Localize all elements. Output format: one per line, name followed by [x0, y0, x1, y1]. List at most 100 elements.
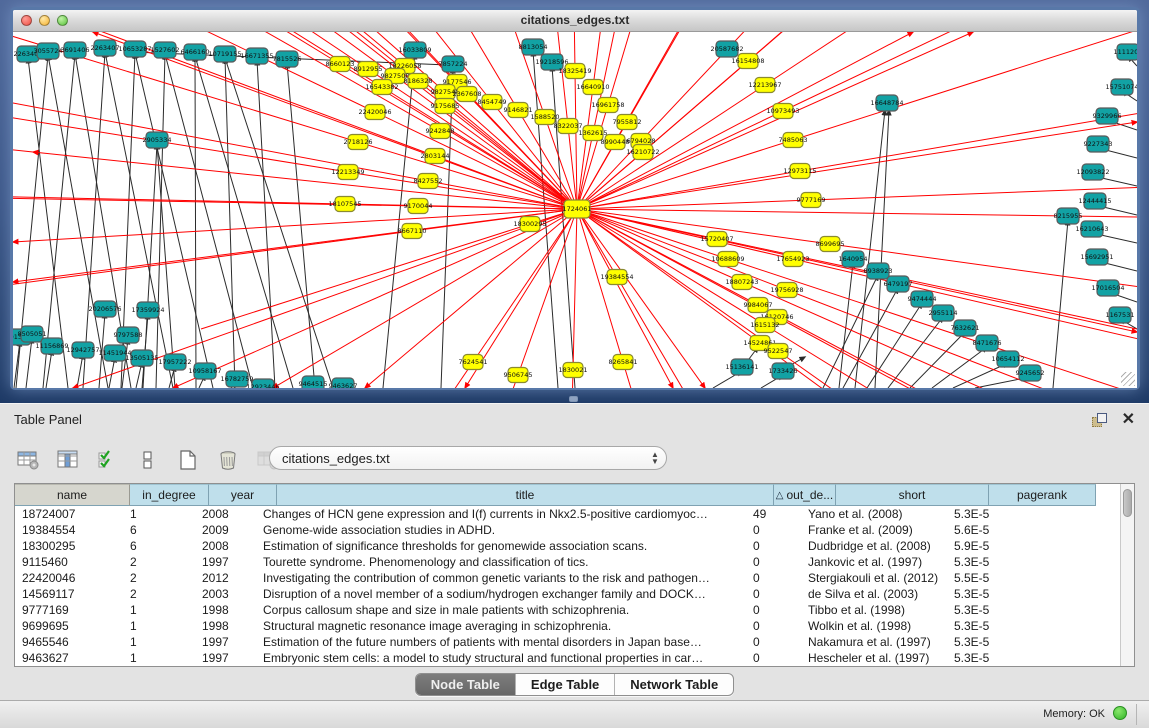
- split-pane-handle[interactable]: [569, 396, 578, 402]
- network-edge[interactable]: [13, 231, 412, 385]
- network-edge[interactable]: [760, 343, 1137, 388]
- row-selection-icon[interactable]: [94, 447, 122, 473]
- tab-node-table[interactable]: Node Table: [416, 674, 516, 695]
- network-edge[interactable]: [577, 209, 1068, 216]
- network-edge[interactable]: [225, 58, 235, 388]
- network-edge[interactable]: [641, 32, 1089, 141]
- column-header-pagerank[interactable]: pagerank: [989, 484, 1096, 506]
- node-label: 8186328: [404, 77, 433, 85]
- network-edge[interactable]: [375, 112, 577, 209]
- network-edge[interactable]: [257, 60, 275, 388]
- network-edge[interactable]: [577, 209, 705, 388]
- node-label: 6466160: [181, 48, 210, 56]
- network-edge[interactable]: [225, 58, 333, 388]
- network-edge[interactable]: [593, 32, 705, 87]
- table-scrollbar-thumb[interactable]: [1123, 489, 1132, 517]
- delete-columns-icon[interactable]: [214, 447, 242, 473]
- network-edge[interactable]: [823, 275, 878, 388]
- network-edge[interactable]: [83, 52, 105, 388]
- network-edge[interactable]: [577, 209, 765, 325]
- network-edge[interactable]: [577, 200, 811, 209]
- node-label: 16671355: [240, 52, 273, 60]
- network-edge[interactable]: [575, 71, 577, 209]
- network-edge[interactable]: [765, 32, 1137, 85]
- network-edge[interactable]: [358, 142, 577, 209]
- network-edge[interactable]: [855, 110, 885, 388]
- table-row[interactable]: 946362711997Embryonic stem cells: a mode…: [15, 650, 1134, 666]
- column-header-year[interactable]: year: [209, 484, 277, 506]
- table-selector-dropdown[interactable]: citations_edges.txt ▲▼: [269, 446, 667, 470]
- table-mode-icon[interactable]: [14, 447, 42, 473]
- network-edge[interactable]: [77, 354, 83, 388]
- table-row[interactable]: 1456911722003Disruption of a novel membe…: [15, 586, 1134, 602]
- network-edge[interactable]: [577, 111, 783, 209]
- column-header-name[interactable]: name: [15, 484, 130, 506]
- node-label: 8938923: [864, 267, 893, 275]
- network-edge[interactable]: [195, 56, 196, 388]
- show-columns-icon[interactable]: [54, 447, 82, 473]
- table-row[interactable]: 1830029562008Estimation of significance …: [15, 538, 1134, 554]
- network-edge[interactable]: [783, 32, 1137, 111]
- node-label: 10653287: [118, 45, 151, 53]
- table-cell: 5.3E-5: [947, 635, 1047, 649]
- node-label: 9463627: [329, 382, 358, 388]
- table-row[interactable]: 969969511998Structural magnetic resonanc…: [15, 618, 1134, 634]
- network-window-titlebar[interactable]: citations_edges.txt: [13, 10, 1137, 32]
- network-edge[interactable]: [201, 224, 530, 329]
- network-edge[interactable]: [573, 209, 577, 370]
- column-header-in_degree[interactable]: in_degree: [130, 484, 209, 506]
- table-cell: 1998: [195, 603, 256, 617]
- node-label: 8990448: [601, 138, 630, 146]
- table-cell: 2009: [195, 523, 256, 537]
- network-edge[interactable]: [46, 350, 52, 388]
- table-row[interactable]: 1872400712008Changes of HCN gene express…: [15, 506, 1134, 522]
- table-cell: 18300295: [15, 539, 123, 553]
- network-edge[interactable]: [273, 209, 577, 388]
- table-selector-value: citations_edges.txt: [270, 451, 644, 466]
- tab-network-table[interactable]: Network Table: [615, 674, 733, 695]
- table-row[interactable]: 977716911998Corpus callosum shape and si…: [15, 602, 1134, 618]
- table-scrollbar[interactable]: [1120, 484, 1134, 666]
- node-label: 7485063: [779, 136, 808, 144]
- table-cell: Franke et al. (2009): [801, 523, 947, 537]
- close-panel-icon[interactable]: ✕: [1122, 409, 1135, 429]
- network-edge[interactable]: [742, 282, 1137, 388]
- node-label: 15751074: [1105, 83, 1137, 91]
- window-resize-grip[interactable]: [1121, 372, 1135, 386]
- network-edge[interactable]: [765, 325, 1137, 388]
- table-cell: Investigating the contribution of common…: [256, 571, 746, 585]
- column-header-title[interactable]: title: [277, 484, 774, 506]
- network-edge[interactable]: [577, 122, 1137, 209]
- table-height-icon[interactable]: [134, 447, 162, 473]
- network-edge[interactable]: [577, 105, 608, 209]
- network-edge[interactable]: [793, 32, 1137, 140]
- table-row[interactable]: 2242004622012Investigating the contribut…: [15, 570, 1134, 586]
- table-row[interactable]: 946554611997Estimation of the future num…: [15, 634, 1134, 650]
- network-edge[interactable]: [109, 357, 115, 388]
- table-cell: 1997: [195, 555, 256, 569]
- network-edge[interactable]: [748, 32, 1137, 61]
- node-label: 8265841: [609, 358, 638, 366]
- node-label: 16640910: [576, 83, 609, 91]
- tab-edge-table[interactable]: Edge Table: [516, 674, 615, 695]
- table-row[interactable]: 911546021997Tourette syndrome. Phenomeno…: [15, 554, 1134, 570]
- node-label: 1615132: [751, 321, 780, 329]
- network-view-window[interactable]: citations_edges.txt 22634043055724369140…: [10, 7, 1140, 390]
- float-panel-icon[interactable]: [1092, 413, 1107, 428]
- network-edge[interactable]: [800, 32, 1137, 171]
- network-edge[interactable]: [13, 209, 577, 242]
- network-edge[interactable]: [843, 288, 898, 388]
- table-row[interactable]: 1938455462009Genome-wide association stu…: [15, 522, 1134, 538]
- network-canvas-container[interactable]: 2263404305572436914062263407106532871527…: [13, 32, 1137, 388]
- network-edge[interactable]: [787, 290, 1137, 388]
- network-edge[interactable]: [441, 68, 453, 388]
- network-edge[interactable]: [135, 53, 213, 388]
- network-edge[interactable]: [577, 209, 623, 362]
- network-edge[interactable]: [1053, 220, 1068, 388]
- network-canvas[interactable]: 2263404305572436914062263407106532871527…: [13, 32, 1137, 388]
- network-edge[interactable]: [932, 347, 987, 388]
- network-edge[interactable]: [156, 54, 165, 388]
- create-column-icon[interactable]: [174, 447, 202, 473]
- column-header-short[interactable]: short: [836, 484, 989, 506]
- column-header-out_de[interactable]: △out_de...: [774, 484, 836, 506]
